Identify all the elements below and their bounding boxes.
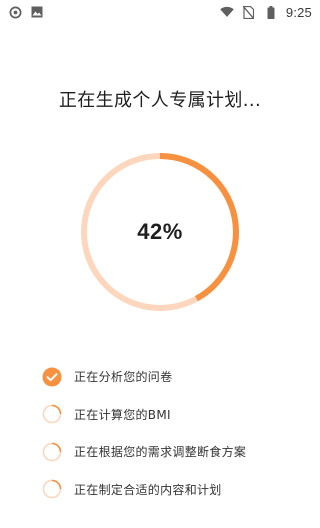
step-item: 正在分析您的问卷 [42, 358, 302, 396]
progress-ring: 42% [78, 150, 242, 314]
step-item: 正在根据您的需求调整断食方案 [42, 433, 302, 471]
wifi-icon [220, 5, 234, 19]
step-label: 正在制定合适的内容和计划 [74, 482, 222, 497]
status-time: 9:25 [285, 4, 312, 20]
status-bar: 9:25 [0, 0, 320, 24]
step-list: 正在分析您的问卷 正在计算您的BMI 正在根据您的需求调整断食方案 正在制定合适… [42, 358, 302, 508]
sim-no-signal-icon [242, 5, 256, 19]
step-label: 正在分析您的问卷 [74, 370, 173, 385]
step-label: 正在计算您的BMI [74, 407, 171, 422]
image-icon [30, 5, 44, 19]
loading-spinner-icon [42, 479, 62, 499]
battery-icon [264, 5, 278, 19]
loading-spinner-icon [42, 404, 62, 424]
status-right: 9:25 [220, 5, 312, 20]
step-item: 正在计算您的BMI [42, 396, 302, 434]
status-left [8, 5, 44, 19]
step-item: 正在制定合适的内容和计划 [42, 471, 302, 509]
progress-percentage: 42% [137, 219, 183, 244]
page-title: 正在生成个人专属计划... [58, 90, 262, 111]
loading-spinner-icon [42, 442, 62, 462]
step-label: 正在根据您的需求调整断食方案 [74, 445, 247, 460]
check-circle-icon [42, 367, 62, 387]
target-icon [8, 5, 22, 19]
